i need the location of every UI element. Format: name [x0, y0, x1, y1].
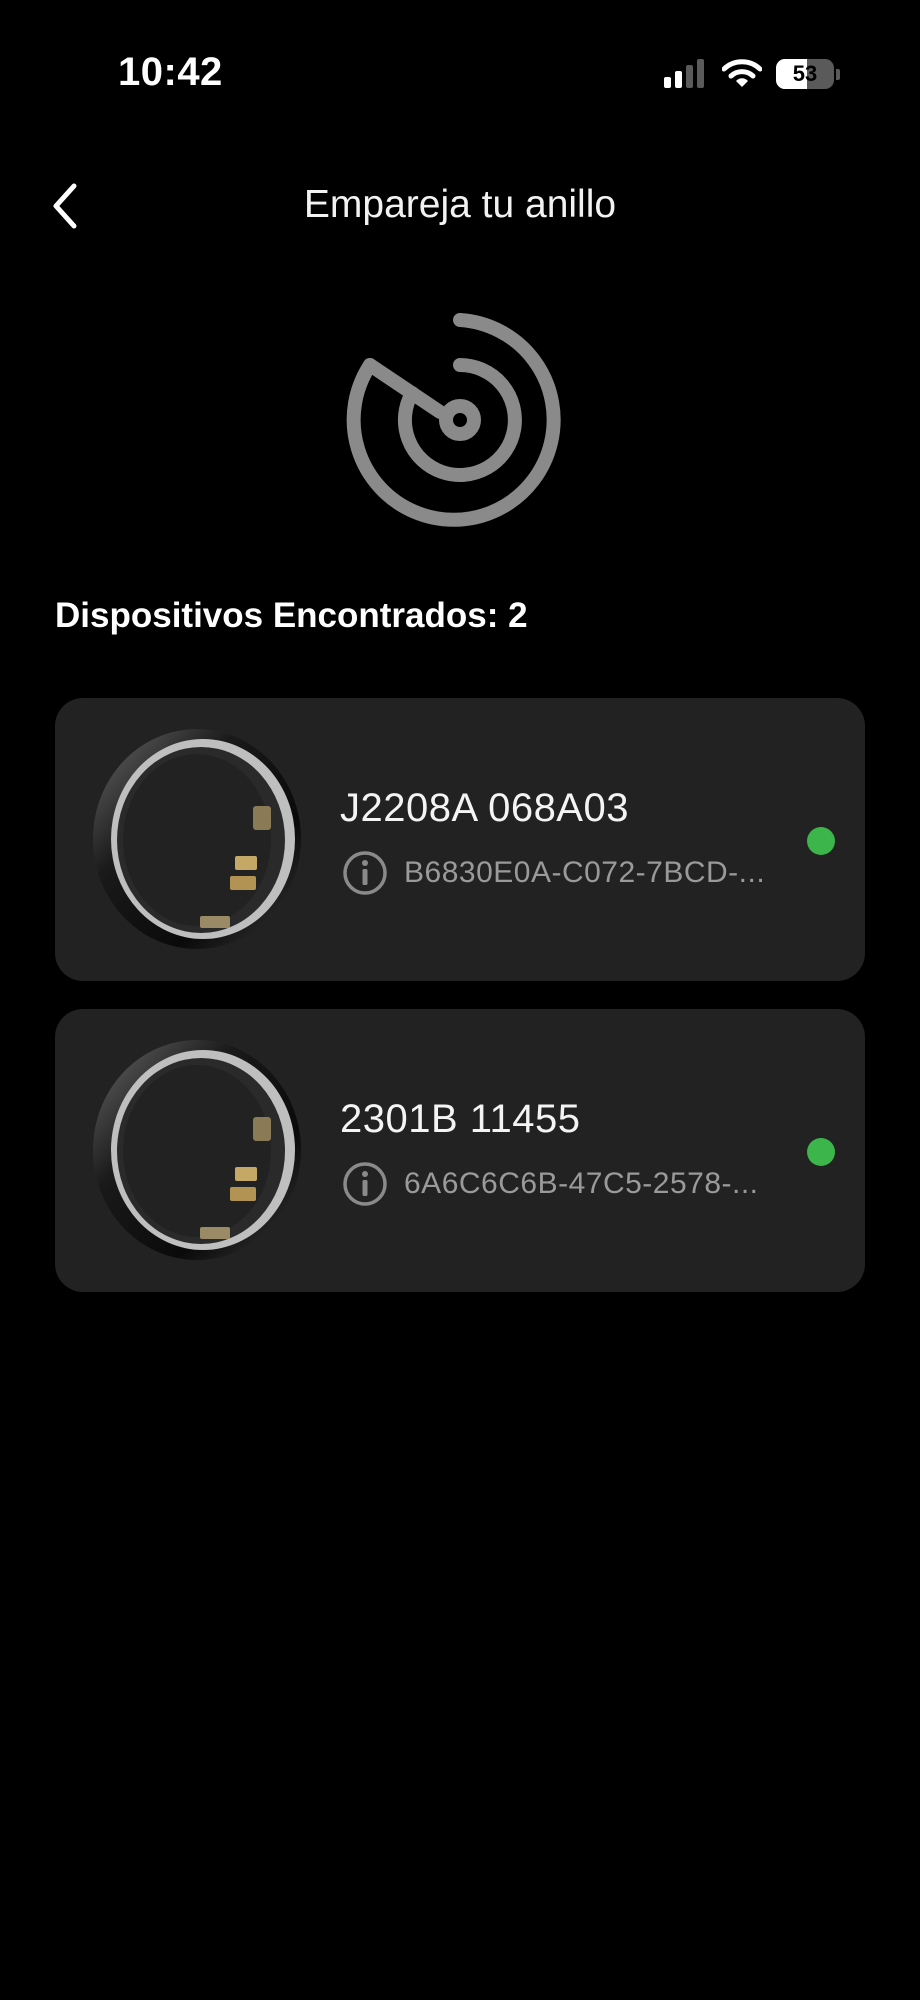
device-id: B6830E0A-C072-7BCD-... [404, 856, 764, 889]
battery-level: 53 [792, 61, 818, 86]
cellular-signal-icon [664, 59, 704, 88]
device-name: J2208A 068A03 [340, 786, 629, 830]
info-icon[interactable] [342, 1161, 388, 1207]
status-indicators: 53 [664, 56, 840, 92]
wifi-icon [722, 59, 762, 87]
device-name: 2301B 11455 [340, 1097, 581, 1141]
battery-icon: 53 [776, 59, 834, 89]
connection-status-dot [807, 1138, 835, 1166]
device-id-row: 6A6C6C6B-47C5-2578-... [342, 1161, 764, 1207]
device-card[interactable]: J2208A 068A03 B6830E0A-C072-7BCD-... [55, 698, 865, 981]
devices-found-label: Dispositivos Encontrados: 2 [55, 596, 528, 635]
device-id-row: B6830E0A-C072-7BCD-... [342, 850, 764, 896]
ring-image [93, 1040, 301, 1260]
status-time: 10:42 [118, 50, 223, 94]
ring-image [93, 729, 301, 949]
device-card[interactable]: 2301B 11455 6A6C6C6B-47C5-2578-... [55, 1009, 865, 1292]
connection-status-dot [807, 827, 835, 855]
battery-nub [836, 68, 840, 80]
page-title: Empareja tu anillo [303, 183, 617, 226]
radar-icon [346, 313, 561, 527]
pair-ring-screen: 10:42 53 Empareja tu anillo Dispositivos… [0, 0, 920, 2000]
info-icon[interactable] [342, 850, 388, 896]
device-id: 6A6C6C6B-47C5-2578-... [404, 1167, 759, 1200]
